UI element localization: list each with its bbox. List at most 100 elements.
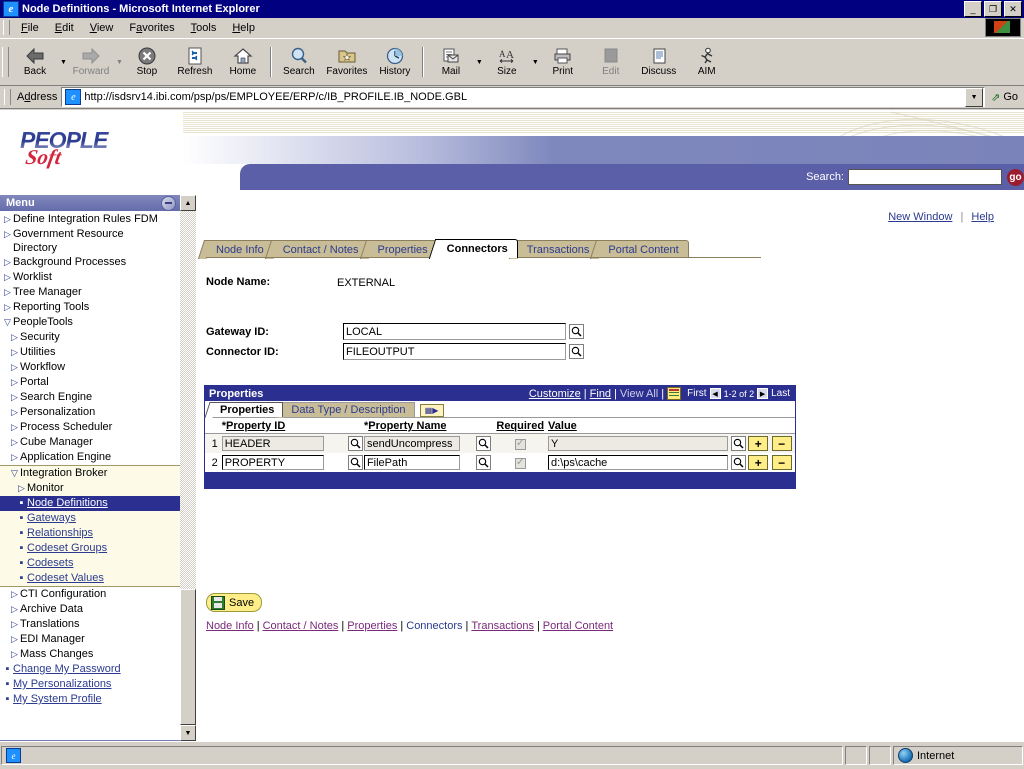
toolbar-discuss-button[interactable]: Discuss <box>635 41 683 83</box>
grid-tab-properties[interactable]: Properties <box>211 402 283 417</box>
menu-item-node-definitions[interactable]: ▪ Node Definitions <box>0 496 180 511</box>
toolbar-size-button[interactable]: AA Size <box>483 41 531 83</box>
menu-item-codeset-values[interactable]: ▪ Codeset Values <box>0 571 180 586</box>
toolbar-aim-button[interactable]: AIM <box>683 41 731 83</box>
customize-link[interactable]: Customize <box>529 388 581 400</box>
toolbar-print-button[interactable]: Print <box>539 41 587 83</box>
menu-grip[interactable] <box>3 20 10 35</box>
menu-item-relationships[interactable]: ▪ Relationships <box>0 526 180 541</box>
grid-tab-data-type-description[interactable]: Data Type / Description <box>282 402 414 417</box>
toolbar-search-button[interactable]: Search <box>275 41 323 83</box>
property-id-lookup-icon[interactable] <box>348 455 363 470</box>
portal-search-input[interactable] <box>848 169 1002 185</box>
footer-link-properties[interactable]: Properties <box>347 620 397 632</box>
scroll-down-button[interactable]: ▼ <box>180 725 196 741</box>
tab-properties[interactable]: Properties <box>368 240 438 258</box>
value-input[interactable] <box>548 436 728 451</box>
delete-row-button[interactable]: − <box>772 455 792 470</box>
value-input[interactable] <box>548 455 728 470</box>
menu-view[interactable]: View <box>82 20 122 36</box>
gateway-id-input[interactable] <box>343 323 566 340</box>
toolbar-grip[interactable] <box>2 47 9 77</box>
view-all-link[interactable]: View All <box>620 388 658 400</box>
scroll-up-button[interactable]: ▲ <box>180 195 196 211</box>
property-name-lookup-icon[interactable] <box>476 455 491 470</box>
property-name-lookup-icon[interactable] <box>476 436 491 451</box>
value-lookup-icon[interactable] <box>731 455 746 470</box>
minimize-button[interactable]: _ <box>964 1 982 17</box>
menu-item-translations[interactable]: ▷ Translations <box>0 617 180 632</box>
menu-link[interactable]: Node Definitions <box>27 496 108 511</box>
menu-link[interactable]: Codesets <box>27 556 73 571</box>
restore-button[interactable]: ❐ <box>984 1 1002 17</box>
menu-link[interactable]: Change My Password <box>13 662 121 677</box>
footer-link-node-info[interactable]: Node Info <box>206 620 254 632</box>
toolbar-favorites-button[interactable]: Favorites <box>323 41 371 83</box>
footer-link-portal-content[interactable]: Portal Content <box>543 620 613 632</box>
tab-transactions[interactable]: Transactions <box>517 240 600 258</box>
menu-item-search-engine[interactable]: ▷ Search Engine <box>0 390 180 405</box>
menu-item-peopletools[interactable]: ▽ PeopleTools <box>0 315 180 330</box>
menu-item-workflow[interactable]: ▷ Workflow <box>0 360 180 375</box>
toolbar-stop-button[interactable]: Stop <box>123 41 171 83</box>
menu-item-utilities[interactable]: ▷ Utilities <box>0 345 180 360</box>
first-label[interactable]: First <box>687 388 706 399</box>
gateway-lookup-icon[interactable] <box>569 324 584 339</box>
column-header-property-id[interactable]: Property ID <box>226 420 285 432</box>
address-grip[interactable] <box>4 89 11 105</box>
menu-item-codeset-groups[interactable]: ▪ Codeset Groups <box>0 541 180 556</box>
peoplesoft-logo[interactable]: PEOPLE Soft <box>20 130 170 180</box>
property-id-input[interactable] <box>222 436 324 451</box>
menu-item-worklist[interactable]: ▷ Worklist <box>0 270 180 285</box>
security-zone-cell[interactable]: Internet <box>893 746 1023 765</box>
go-button[interactable]: ⇗ Go <box>985 91 1024 104</box>
column-header-required[interactable]: Required <box>496 420 544 432</box>
toolbar-home-button[interactable]: Home <box>219 41 267 83</box>
menu-item-cube-manager[interactable]: ▷ Cube Manager <box>0 435 180 450</box>
menu-item-process-scheduler[interactable]: ▷ Process Scheduler <box>0 420 180 435</box>
save-button[interactable]: Save <box>206 593 262 612</box>
required-checkbox[interactable]: ✓ <box>515 439 526 450</box>
tab-node-info[interactable]: Node Info <box>206 240 274 258</box>
add-row-button[interactable]: + <box>748 455 768 470</box>
menu-item-integration-broker[interactable]: ▽ Integration Broker <box>0 466 180 481</box>
address-dropdown-button[interactable]: ▼ <box>965 88 983 107</box>
connector-id-input[interactable] <box>343 343 566 360</box>
scroll-thumb[interactable] <box>180 589 196 725</box>
new-window-link[interactable]: New Window <box>888 211 952 223</box>
menu-item-monitor[interactable]: ▷ Monitor <box>0 481 180 496</box>
menu-favorites[interactable]: Favorites <box>121 20 182 36</box>
toolbar-history-button[interactable]: History <box>371 41 419 83</box>
toolbar-forward-button[interactable]: Forward <box>67 41 115 83</box>
portal-go-button[interactable]: go <box>1007 169 1024 186</box>
back-dropdown-caret-icon[interactable]: ▼ <box>60 59 67 66</box>
size-dropdown-caret-icon[interactable]: ▼ <box>532 59 539 66</box>
menu-item-background-processes[interactable]: ▷ Background Processes <box>0 255 180 270</box>
menu-item-my-system-profile[interactable]: ▪ My System Profile <box>0 692 180 707</box>
column-header-property-name[interactable]: Property Name <box>368 420 446 432</box>
menu-scrollbar[interactable]: ▲ ▼ <box>180 195 196 741</box>
scroll-track[interactable] <box>180 211 196 725</box>
property-name-input[interactable] <box>364 436 460 451</box>
property-id-lookup-icon[interactable] <box>348 436 363 451</box>
footer-link-connectors[interactable]: Connectors <box>406 620 462 632</box>
menu-item-application-engine[interactable]: ▷ Application Engine <box>0 450 180 465</box>
column-header-value[interactable]: Value <box>548 420 577 432</box>
next-page-icon[interactable]: ▶ <box>757 388 768 399</box>
toolbar-mail-button[interactable]: Mail <box>427 41 475 83</box>
previous-page-icon[interactable]: ◀ <box>710 388 721 399</box>
menu-item-my-personalizations[interactable]: ▪ My Personalizations <box>0 677 180 692</box>
menu-link[interactable]: Relationships <box>27 526 93 541</box>
footer-link-transactions[interactable]: Transactions <box>471 620 534 632</box>
required-checkbox[interactable]: ✓ <box>515 458 526 469</box>
find-link[interactable]: Find <box>590 388 611 400</box>
menu-item-portal[interactable]: ▷ Portal <box>0 375 180 390</box>
menu-item-government-resource-directory[interactable]: ▷ Government Resource Directory <box>0 227 180 255</box>
toolbar-refresh-button[interactable]: Refresh <box>171 41 219 83</box>
menu-item-cti-configuration[interactable]: ▷ CTI Configuration <box>0 587 180 602</box>
menu-item-codesets[interactable]: ▪ Codesets <box>0 556 180 571</box>
menu-item-tree-manager[interactable]: ▷ Tree Manager <box>0 285 180 300</box>
tab-connectors[interactable]: Connectors <box>437 239 518 258</box>
property-id-input[interactable] <box>222 455 324 470</box>
menu-item-gateways[interactable]: ▪ Gateways <box>0 511 180 526</box>
